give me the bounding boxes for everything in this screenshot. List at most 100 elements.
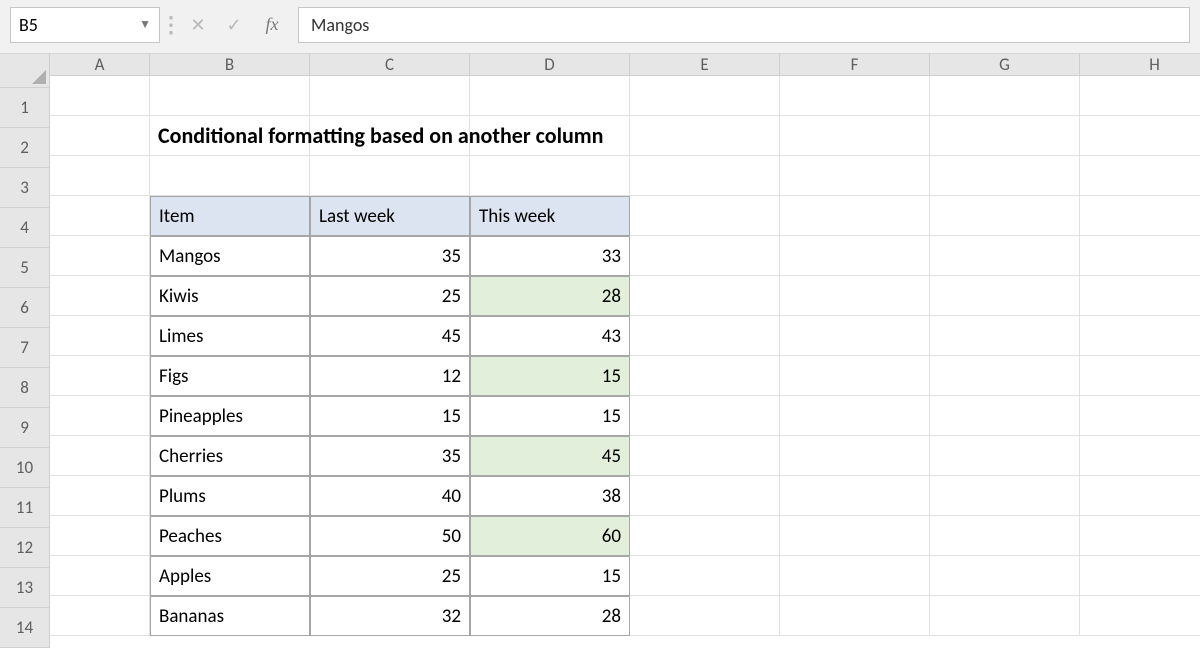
cell[interactable] [470,76,630,116]
table-cell-this[interactable]: 38 [470,476,630,516]
cell[interactable] [50,76,150,116]
table-cell-last[interactable]: 32 [310,596,470,636]
cell[interactable] [50,556,150,596]
cell[interactable] [1080,76,1200,116]
row-header[interactable]: 1 [0,88,50,128]
cell[interactable] [50,276,150,316]
cell[interactable] [1080,156,1200,196]
row-header[interactable]: 6 [0,288,50,328]
cell[interactable] [50,436,150,476]
table-cell-last[interactable]: 25 [310,556,470,596]
table-cell-item[interactable]: Cherries [150,436,310,476]
cell[interactable] [50,596,150,636]
cell[interactable] [630,356,780,396]
column-header[interactable]: G [930,54,1080,76]
row-header[interactable]: 8 [0,368,50,408]
row-header[interactable]: 4 [0,208,50,248]
cell[interactable] [630,476,780,516]
table-cell-this[interactable]: 15 [470,396,630,436]
row-header[interactable]: 5 [0,248,50,288]
cell[interactable] [310,156,470,196]
cell[interactable] [1080,596,1200,636]
cell[interactable] [930,396,1080,436]
cell[interactable] [630,516,780,556]
cell[interactable] [50,476,150,516]
cell[interactable] [50,516,150,556]
cell[interactable] [930,476,1080,516]
cell[interactable] [930,236,1080,276]
cell[interactable] [630,436,780,476]
cell[interactable] [1080,276,1200,316]
row-header[interactable]: 11 [0,488,50,528]
cell[interactable] [630,236,780,276]
cell[interactable] [630,396,780,436]
table-header-this[interactable]: This week [470,196,630,236]
row-header[interactable]: 3 [0,168,50,208]
table-cell-this[interactable]: 33 [470,236,630,276]
table-cell-item[interactable]: Bananas [150,596,310,636]
table-cell-last[interactable]: 35 [310,436,470,476]
table-cell-item[interactable]: Mangos [150,236,310,276]
cell[interactable] [50,236,150,276]
table-cell-item[interactable]: Apples [150,556,310,596]
cell[interactable] [930,356,1080,396]
cell[interactable] [50,196,150,236]
table-cell-last[interactable]: 35 [310,236,470,276]
cell[interactable] [1080,116,1200,156]
table-cell-last[interactable]: 15 [310,396,470,436]
table-cell-this[interactable]: 15 [470,356,630,396]
table-cell-this[interactable]: 28 [470,596,630,636]
table-cell-this[interactable]: 60 [470,516,630,556]
cell[interactable] [780,196,930,236]
cell[interactable] [50,356,150,396]
table-cell-item[interactable]: Limes [150,316,310,356]
table-cell-this[interactable]: 15 [470,556,630,596]
cell[interactable] [930,516,1080,556]
cell[interactable] [630,276,780,316]
table-cell-last[interactable]: 45 [310,316,470,356]
cell[interactable] [310,76,470,116]
cell[interactable] [930,316,1080,356]
cell[interactable] [780,156,930,196]
cell[interactable] [930,276,1080,316]
cell[interactable] [1080,236,1200,276]
cell[interactable] [780,236,930,276]
column-header[interactable]: D [470,54,630,76]
row-header[interactable]: 2 [0,128,50,168]
cell[interactable] [780,436,930,476]
column-header[interactable]: F [780,54,930,76]
cell[interactable] [930,156,1080,196]
table-header-last[interactable]: Last week [310,196,470,236]
cell[interactable] [630,556,780,596]
cell[interactable] [780,76,930,116]
cell[interactable] [780,116,930,156]
cell[interactable] [630,316,780,356]
cells-area[interactable]: Conditional formatting based on another … [50,76,1200,636]
cell[interactable] [780,596,930,636]
cell[interactable] [150,76,310,116]
cell[interactable] [1080,516,1200,556]
table-cell-item[interactable]: Kiwis [150,276,310,316]
cell[interactable] [780,516,930,556]
cell[interactable] [930,596,1080,636]
cell[interactable] [930,196,1080,236]
cell[interactable] [1080,436,1200,476]
table-cell-item[interactable]: Pineapples [150,396,310,436]
cell[interactable] [630,116,780,156]
table-cell-this[interactable]: 43 [470,316,630,356]
cell[interactable] [50,116,150,156]
table-cell-last[interactable]: 25 [310,276,470,316]
cell[interactable] [1080,396,1200,436]
cell[interactable] [780,396,930,436]
row-header[interactable]: 7 [0,328,50,368]
cell[interactable] [630,76,780,116]
cell[interactable] [930,436,1080,476]
table-cell-item[interactable]: Plums [150,476,310,516]
cell[interactable] [930,556,1080,596]
cell[interactable] [1080,356,1200,396]
cell[interactable] [470,156,630,196]
cell[interactable] [50,316,150,356]
cancel-button[interactable]: ✕ [180,7,216,43]
enter-button[interactable]: ✓ [216,7,252,43]
column-header[interactable]: E [630,54,780,76]
